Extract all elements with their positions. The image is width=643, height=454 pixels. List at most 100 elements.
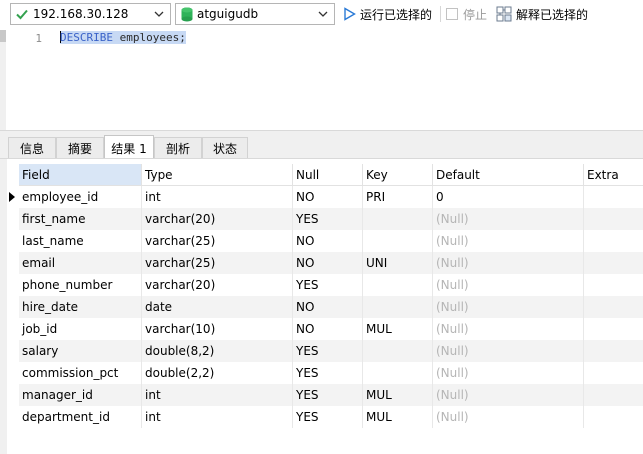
database-select[interactable]: atguigudb [175,3,335,25]
cell-key[interactable] [363,340,433,362]
column-header-extra[interactable]: Extra [584,164,643,186]
cell-null[interactable]: YES [293,208,363,230]
cell-default[interactable]: (Null) [433,362,584,384]
table-row[interactable]: job_id varchar(10) NO MUL (Null) [19,318,643,340]
sql-editor[interactable]: 1 DESCRIBE employees; [0,30,643,130]
cell-type[interactable]: int [142,406,293,428]
cell-null[interactable]: NO [293,186,363,208]
cell-null[interactable]: YES [293,384,363,406]
cell-default[interactable]: (Null) [433,384,584,406]
cell-null[interactable]: NO [293,230,363,252]
tab-info[interactable]: 信息 [8,137,56,159]
table-row[interactable]: email varchar(25) NO UNI (Null) [19,252,643,274]
cell-field[interactable]: manager_id [19,384,142,406]
cell-default[interactable]: (Null) [433,208,584,230]
cell-extra[interactable] [584,252,643,274]
database-label: atguigudb [197,7,259,21]
cell-default[interactable]: 0 [433,186,584,208]
sql-code-line[interactable]: DESCRIBE employees; [60,31,186,44]
cell-type[interactable]: varchar(25) [142,252,293,274]
result-grid[interactable]: Field Type Null Key Default Extra employee_id i… [0,158,643,454]
cell-extra[interactable] [584,384,643,406]
cell-type[interactable]: varchar(20) [142,274,293,296]
cell-type[interactable]: varchar(20) [142,208,293,230]
cell-key[interactable]: UNI [363,252,433,274]
cell-type[interactable]: date [142,296,293,318]
cell-default[interactable]: (Null) [433,230,584,252]
cell-default[interactable]: (Null) [433,296,584,318]
cell-key[interactable]: MUL [363,406,433,428]
cell-null[interactable]: NO [293,252,363,274]
cell-extra[interactable] [584,208,643,230]
cell-key[interactable] [363,230,433,252]
cell-field[interactable]: email [19,252,142,274]
cell-field[interactable]: first_name [19,208,142,230]
table-row[interactable]: last_name varchar(25) NO (Null) [19,230,643,252]
cell-type[interactable]: varchar(10) [142,318,293,340]
cell-extra[interactable] [584,340,643,362]
cell-field[interactable]: commission_pct [19,362,142,384]
table-row[interactable]: department_id int YES MUL (Null) [19,406,643,428]
tab-result-1[interactable]: 结果 1 [104,135,154,160]
cell-null[interactable]: YES [293,274,363,296]
cell-key[interactable] [363,274,433,296]
cell-key[interactable]: MUL [363,384,433,406]
cell-key[interactable]: PRI [363,186,433,208]
cell-null[interactable]: YES [293,362,363,384]
cell-field[interactable]: phone_number [19,274,142,296]
explain-selected-label: 解释已选择的 [516,7,589,22]
tab-profile[interactable]: 剖析 [154,137,202,159]
cell-extra[interactable] [584,296,643,318]
run-selected-button[interactable]: 运行已选择的 [343,5,432,23]
cell-type[interactable]: int [142,384,293,406]
table-row[interactable]: employee_id int NO PRI 0 [19,186,643,208]
table-row[interactable]: hire_date date NO (Null) [19,296,643,318]
table-row[interactable]: phone_number varchar(20) YES (Null) [19,274,643,296]
cell-default[interactable]: (Null) [433,274,584,296]
tab-status[interactable]: 状态 [202,137,248,159]
table-row[interactable]: first_name varchar(20) YES (Null) [19,208,643,230]
explain-selected-button[interactable]: 解释已选择的 [496,5,588,23]
column-header-null[interactable]: Null [293,164,363,186]
cell-key[interactable] [363,296,433,318]
cell-extra[interactable] [584,318,643,340]
cell-field[interactable]: salary [19,340,142,362]
cell-extra[interactable] [584,230,643,252]
cell-default[interactable]: (Null) [433,406,584,428]
play-icon [343,7,356,21]
table-row[interactable]: commission_pct double(2,2) YES (Null) [19,362,643,384]
cell-type[interactable]: double(2,2) [142,362,293,384]
cell-field[interactable]: employee_id [19,186,142,208]
cell-default[interactable]: (Null) [433,252,584,274]
column-header-type[interactable]: Type [142,164,293,186]
row-pointer-icon [9,192,15,202]
cell-default[interactable]: (Null) [433,318,584,340]
cell-extra[interactable] [584,406,643,428]
tab-summary[interactable]: 摘要 [56,137,104,159]
cell-extra[interactable] [584,274,643,296]
cell-extra[interactable] [584,362,643,384]
cell-key[interactable] [363,362,433,384]
column-header-key[interactable]: Key [363,164,433,186]
connection-select[interactable]: 192.168.30.128 [10,3,171,25]
cell-type[interactable]: double(8,2) [142,340,293,362]
cell-type[interactable]: varchar(25) [142,230,293,252]
cell-key[interactable]: MUL [363,318,433,340]
table-row[interactable]: manager_id int YES MUL (Null) [19,384,643,406]
cell-null[interactable]: YES [293,406,363,428]
stop-button[interactable]: 停止 [446,5,487,23]
column-header-default[interactable]: Default [433,164,584,186]
cell-null[interactable]: YES [293,340,363,362]
cell-field[interactable]: job_id [19,318,142,340]
cell-field[interactable]: department_id [19,406,142,428]
cell-extra[interactable] [584,186,643,208]
column-header-field[interactable]: Field [19,164,142,186]
cell-null[interactable]: NO [293,318,363,340]
cell-type[interactable]: int [142,186,293,208]
cell-null[interactable]: NO [293,296,363,318]
cell-default[interactable]: (Null) [433,340,584,362]
table-row[interactable]: salary double(8,2) YES (Null) [19,340,643,362]
cell-field[interactable]: hire_date [19,296,142,318]
cell-field[interactable]: last_name [19,230,142,252]
cell-key[interactable] [363,208,433,230]
